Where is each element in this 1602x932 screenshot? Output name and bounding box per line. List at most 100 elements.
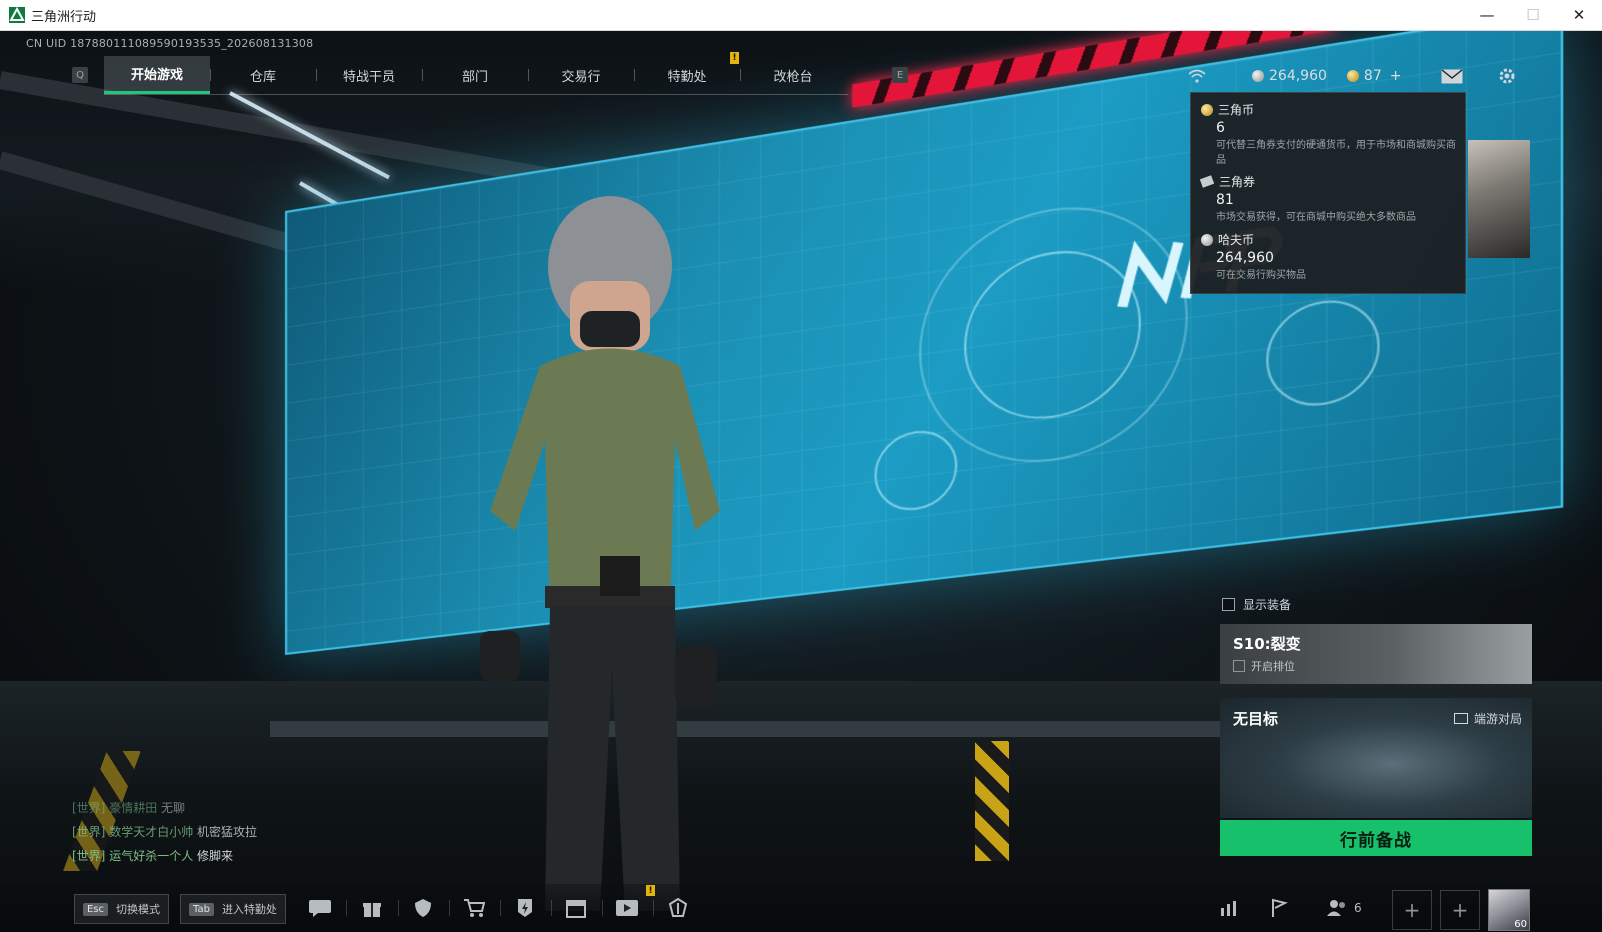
switch-mode-hint[interactable]: Esc 切换模式 bbox=[74, 894, 169, 924]
currency-tooltip: 三角币 6 可代替三角券支付的硬通货币，用于市场和商城购买商品 三角券 81 市… bbox=[1190, 92, 1466, 294]
video-alert-badge: ! bbox=[646, 885, 655, 896]
chat-line: [世界] 豪情耕田 无聊 bbox=[72, 796, 257, 820]
show-equipment-checkbox[interactable] bbox=[1222, 598, 1235, 611]
chat-channel: [世界] bbox=[72, 849, 105, 863]
battle-pass-icon[interactable] bbox=[512, 896, 538, 920]
tab-warehouse[interactable]: 仓库 bbox=[210, 56, 316, 94]
operator-character bbox=[420, 191, 750, 911]
enter-special-ops-hint[interactable]: Tab 进入特勤处 bbox=[180, 894, 286, 924]
divider bbox=[602, 900, 603, 916]
ranked-checkbox[interactable] bbox=[1233, 660, 1245, 672]
tooltip-item-tri-ticket: 三角券 81 市场交易获得，可在商城中购买绝大多数商品 bbox=[1201, 173, 1459, 225]
tooltip-item-name: 三角券 bbox=[1219, 173, 1255, 190]
mail-icon[interactable] bbox=[1441, 69, 1463, 84]
divider bbox=[551, 900, 552, 916]
ranked-label: 开启排位 bbox=[1251, 658, 1295, 674]
window-title: 三角洲行动 bbox=[31, 6, 96, 25]
tab-department[interactable]: 部门 bbox=[422, 56, 528, 94]
esc-key: Esc bbox=[83, 903, 108, 916]
chat-sender[interactable]: 运气好杀一个人 bbox=[109, 849, 193, 863]
tooltip-item-haf-coin: 哈夫币 264,960 可在交易行购买物品 bbox=[1201, 231, 1459, 283]
pc-match-label: 端游对局 bbox=[1454, 710, 1522, 727]
player-level: 60 bbox=[1514, 919, 1527, 930]
tooltip-item-tri-coin: 三角币 6 可代替三角券支付的硬通货币，用于市场和商城购买商品 bbox=[1201, 101, 1459, 168]
enter-special-ops-label: 进入特勤处 bbox=[222, 901, 277, 917]
show-equipment-label: 显示装备 bbox=[1243, 596, 1291, 613]
tooltip-item-desc: 可在交易行购买物品 bbox=[1216, 268, 1459, 283]
tab-operators[interactable]: 特战干员 bbox=[316, 56, 422, 94]
maximize-button[interactable]: ☐ bbox=[1510, 0, 1556, 30]
gear-icon[interactable] bbox=[1497, 66, 1517, 86]
chat-message: 机密猛攻拉 bbox=[197, 825, 257, 839]
invite-slot-1[interactable]: + bbox=[1392, 890, 1432, 930]
chat-line: [世界] 运气好杀一个人 修脚来 bbox=[72, 844, 257, 868]
wifi-icon bbox=[1188, 69, 1206, 83]
show-equipment-toggle[interactable]: 显示装备 bbox=[1222, 596, 1291, 613]
close-button[interactable]: ✕ bbox=[1556, 0, 1602, 30]
tooltip-item-value: 264,960 bbox=[1216, 250, 1459, 266]
chat-channel: [世界] bbox=[72, 801, 105, 815]
window-titlebar: 三角洲行动 — ☐ ✕ bbox=[0, 0, 1602, 31]
add-currency-button[interactable]: + bbox=[1390, 68, 1402, 84]
main-nav: Q 开始游戏 仓库 特战干员 部门 交易行 特勤处 改枪台 E bbox=[72, 56, 902, 94]
player-avatar[interactable]: 60 bbox=[1488, 889, 1530, 931]
map-title: 无目标 bbox=[1233, 708, 1278, 729]
app-logo-icon bbox=[9, 7, 25, 23]
squad-indicator[interactable]: 6 bbox=[1326, 899, 1362, 917]
nav-next-key[interactable]: E bbox=[892, 67, 908, 83]
map-select-card[interactable]: 无目标 端游对局 bbox=[1220, 698, 1532, 818]
player-uid: CN UID 18788011108959019353​5_2026081313… bbox=[26, 37, 313, 50]
bottom-bar: Esc 切换模式 Tab 进入特勤处 bbox=[0, 884, 1602, 932]
chat-channel: [世界] bbox=[72, 825, 105, 839]
haf-coin-balance[interactable]: 264,960 bbox=[1252, 68, 1327, 84]
haf-coin-icon bbox=[1252, 70, 1264, 82]
monitor-icon bbox=[1454, 713, 1468, 724]
tooltip-item-name: 哈夫币 bbox=[1218, 231, 1254, 248]
ranked-toggle[interactable]: 开启排位 bbox=[1233, 658, 1295, 674]
chat-message: 无聊 bbox=[161, 801, 185, 815]
pc-match-text: 端游对局 bbox=[1474, 710, 1522, 727]
divider bbox=[500, 900, 501, 916]
chat-sender[interactable]: 数学天才白小帅 bbox=[109, 825, 193, 839]
tab-trade[interactable]: 交易行 bbox=[528, 56, 634, 94]
haf-coin-icon bbox=[1201, 234, 1213, 246]
chat-sender[interactable]: 豪情耕田 bbox=[109, 801, 157, 815]
stats-icon[interactable] bbox=[1216, 896, 1242, 920]
haf-coin-value: 264,960 bbox=[1269, 68, 1327, 84]
trade-alert-badge: ! bbox=[730, 52, 739, 64]
event-thumbnail[interactable] bbox=[1468, 140, 1530, 258]
squad-count: 6 bbox=[1354, 901, 1362, 915]
divider bbox=[398, 900, 399, 916]
minimize-button[interactable]: — bbox=[1464, 0, 1510, 30]
chat-message: 修脚来 bbox=[197, 849, 233, 863]
shield-icon[interactable] bbox=[410, 896, 436, 920]
season-title: S10:裂变 bbox=[1233, 633, 1301, 654]
video-icon[interactable] bbox=[614, 896, 640, 920]
tab-key: Tab bbox=[189, 903, 214, 916]
nav-prev-key[interactable]: Q bbox=[72, 67, 88, 83]
tooltip-item-value: 6 bbox=[1216, 120, 1459, 136]
shop-cart-icon[interactable] bbox=[461, 896, 487, 920]
prepare-button[interactable]: 行前备战 bbox=[1220, 820, 1532, 856]
tab-special-ops[interactable]: 特勤处 bbox=[634, 56, 740, 94]
invite-slot-2[interactable]: + bbox=[1440, 890, 1480, 930]
tri-coin-icon bbox=[1201, 104, 1213, 116]
faction-icon[interactable] bbox=[665, 896, 691, 920]
tri-coin-value: 87 bbox=[1364, 68, 1382, 84]
gift-icon[interactable] bbox=[359, 896, 385, 920]
team-icon bbox=[1326, 899, 1348, 917]
tab-gunsmith[interactable]: 改枪台 bbox=[740, 56, 846, 94]
tri-coin-balance[interactable]: 87 + bbox=[1347, 68, 1402, 84]
world-chat[interactable]: [世界] 豪情耕田 无聊 [世界] 数学天才白小帅 机密猛攻拉 [世界] 运气好… bbox=[72, 796, 257, 868]
flag-icon[interactable] bbox=[1266, 896, 1292, 920]
tooltip-item-name: 三角币 bbox=[1218, 101, 1254, 118]
chat-line: [世界] 数学天才白小帅 机密猛攻拉 bbox=[72, 820, 257, 844]
tab-start-game[interactable]: 开始游戏 bbox=[104, 56, 210, 94]
divider bbox=[653, 900, 654, 916]
season-card[interactable]: S10:裂变 开启排位 bbox=[1220, 624, 1532, 684]
chat-icon[interactable] bbox=[307, 896, 333, 920]
switch-mode-label: 切换模式 bbox=[116, 901, 160, 917]
tri-coin-icon bbox=[1347, 70, 1359, 82]
calendar-icon[interactable] bbox=[563, 896, 589, 920]
hazard-stripe bbox=[975, 741, 1009, 861]
